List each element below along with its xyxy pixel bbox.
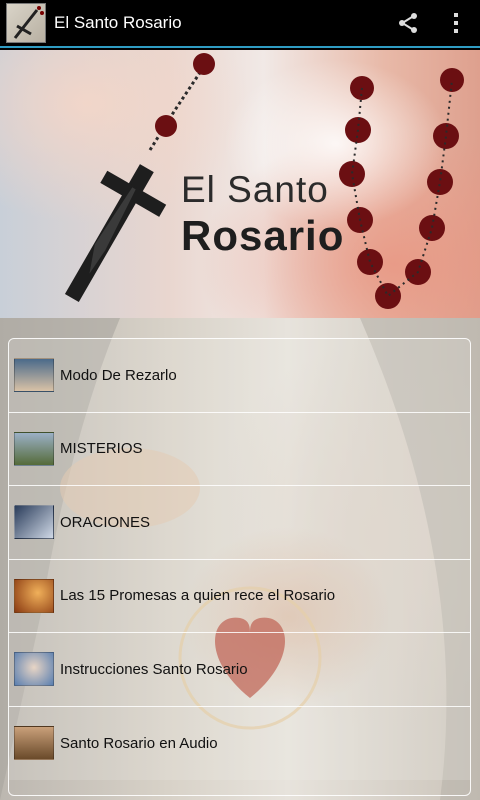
jesus-portrait-icon <box>14 578 54 613</box>
app-title: El Santo Rosario <box>54 13 182 32</box>
menu-item-oraciones[interactable]: ORACIONES <box>9 486 470 560</box>
menu-item-label: Modo De Rezarlo <box>60 366 177 384</box>
menu-item-label: Santo Rosario en Audio <box>60 734 218 752</box>
menu-item-label: Instrucciones Santo Rosario <box>60 660 248 678</box>
mary-portrait-icon <box>14 358 54 393</box>
praying-figure-icon <box>14 505 54 540</box>
mysteries-scene-icon <box>14 431 54 466</box>
menu-item-label: Las 15 Promesas a quien rece el Rosario <box>60 587 336 605</box>
app-rosary-icon[interactable] <box>6 3 46 43</box>
share-icon <box>399 13 417 33</box>
overflow-menu-button[interactable] <box>432 0 480 46</box>
main-content: Modo De Rezarlo MISTERIOS ORACIONES Las … <box>0 318 480 800</box>
banner-title-line1: El Santo <box>181 169 329 210</box>
overflow-menu-icon <box>454 13 458 33</box>
menu-list: Modo De Rezarlo MISTERIOS ORACIONES Las … <box>8 338 471 796</box>
mary-face-icon <box>14 652 54 687</box>
menu-item-modo-de-rezarlo[interactable]: Modo De Rezarlo <box>9 339 470 413</box>
menu-item-audio[interactable]: Santo Rosario en Audio <box>9 706 470 780</box>
menu-item-misterios[interactable]: MISTERIOS <box>9 412 470 486</box>
share-button[interactable] <box>384 0 432 46</box>
banner-image: El Santo Rosario <box>0 50 480 318</box>
menu-item-label: ORACIONES <box>60 513 151 531</box>
menu-item-instrucciones[interactable]: Instrucciones Santo Rosario <box>9 633 470 707</box>
saint-portrait-icon <box>14 726 54 761</box>
menu-item-15-promesas[interactable]: Las 15 Promesas a quien rece el Rosario <box>9 559 470 633</box>
banner-title: El Santo Rosario <box>181 170 344 260</box>
menu-item-label: MISTERIOS <box>60 440 143 458</box>
banner-title-line2: Rosario <box>181 212 345 259</box>
action-bar: El Santo Rosario <box>0 0 480 48</box>
